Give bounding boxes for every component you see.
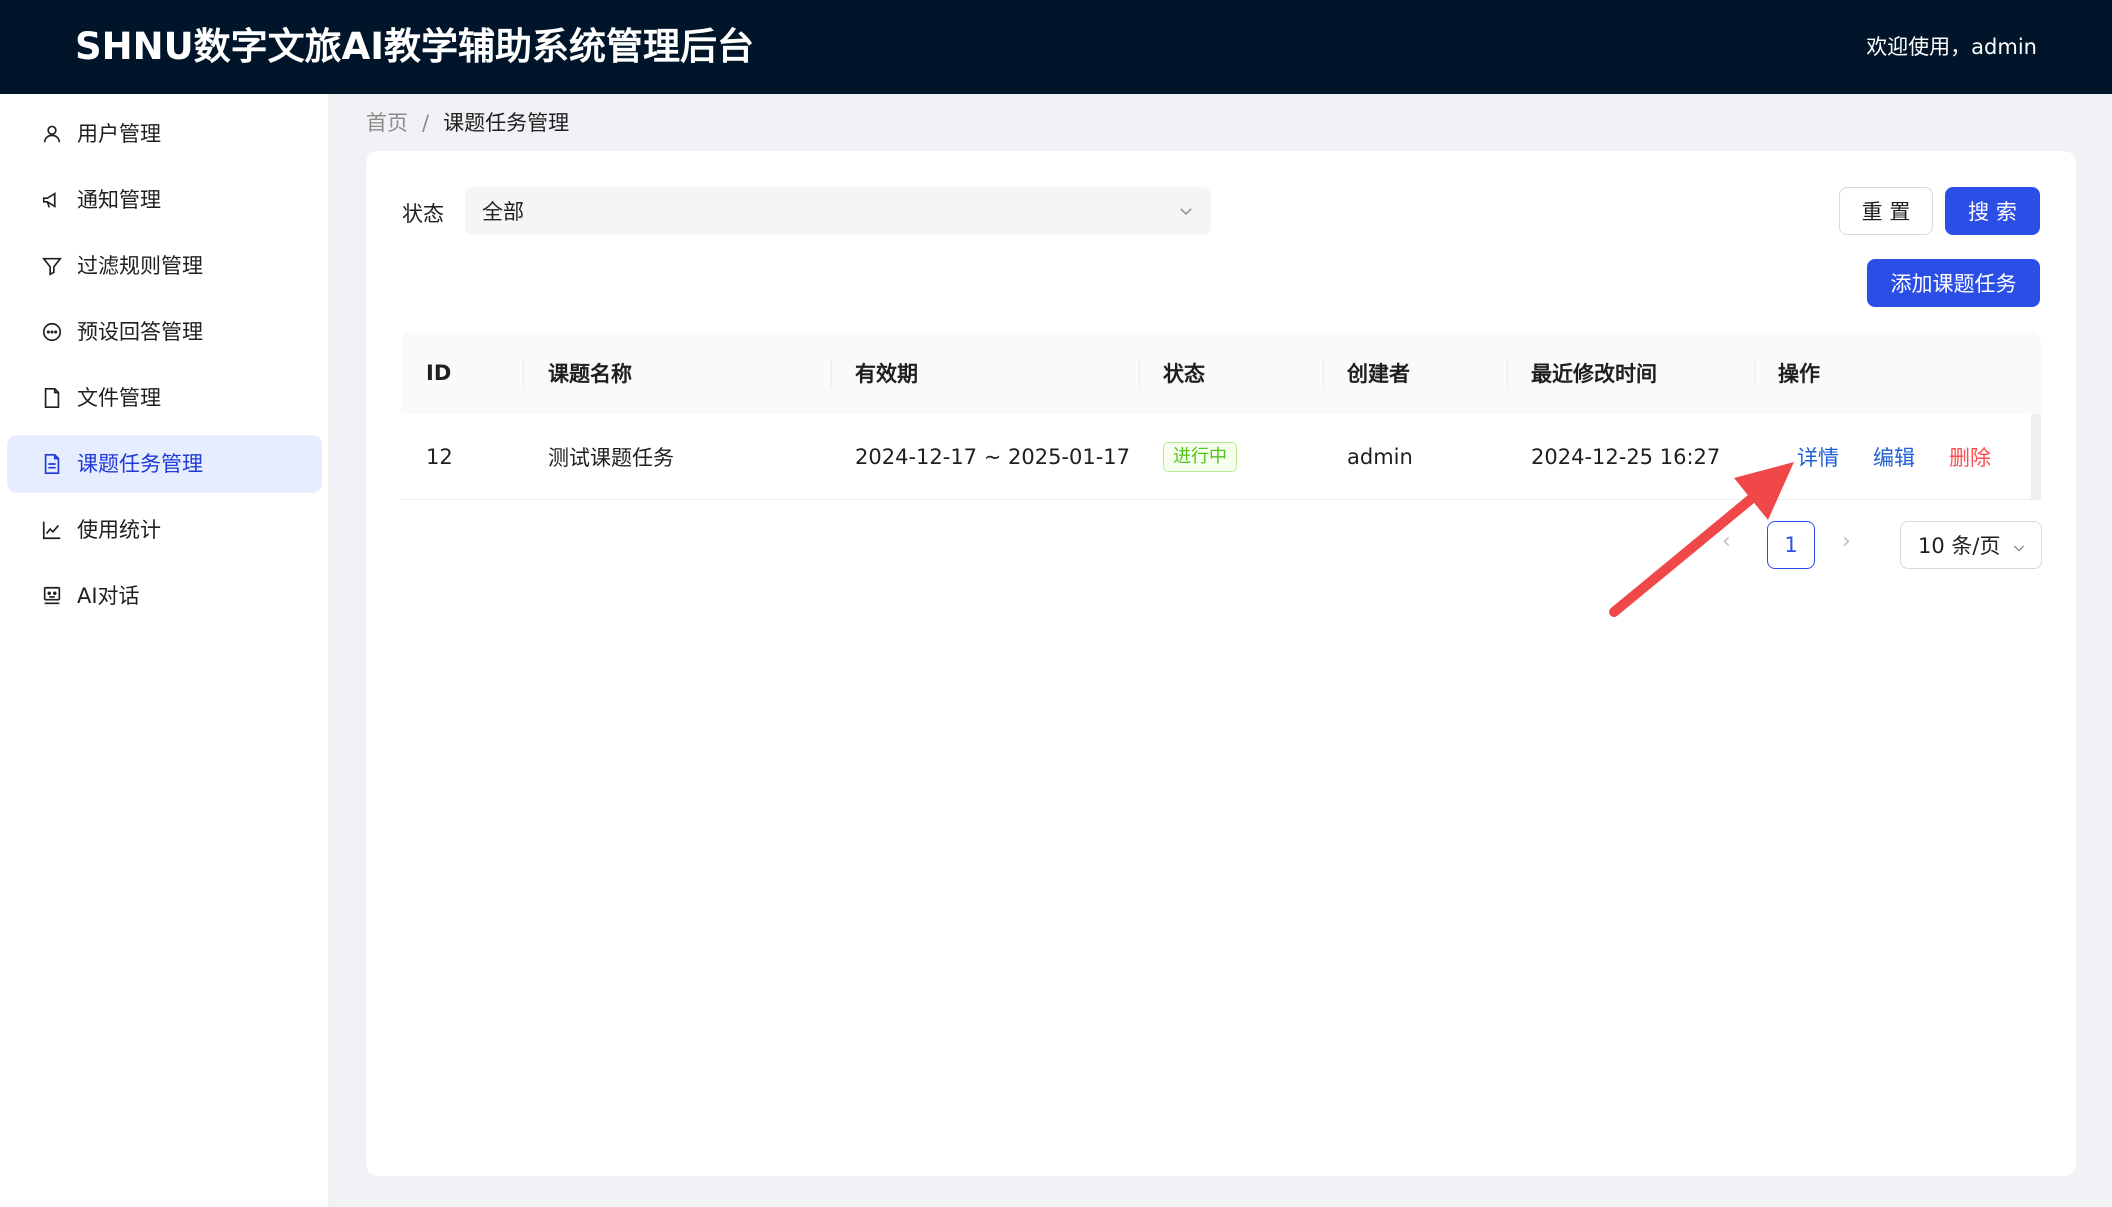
cell-status: 进行中 bbox=[1163, 414, 1237, 500]
column-header-modified: 最近修改时间 bbox=[1531, 362, 1657, 386]
sidebar-item-label: 过滤规则管理 bbox=[77, 254, 203, 278]
add-topic-task-button[interactable]: 添加课题任务 bbox=[1867, 259, 2040, 307]
sidebar-item-label: 课题任务管理 bbox=[77, 452, 203, 476]
cell-name: 测试课题任务 bbox=[548, 446, 674, 470]
column-divider bbox=[831, 359, 832, 387]
sidebar-item-label: 通知管理 bbox=[77, 188, 161, 212]
status-badge: 进行中 bbox=[1163, 442, 1237, 472]
top-header: SHNU数字文旅AI教学辅助系统管理后台 欢迎使用，admin bbox=[0, 0, 2112, 94]
line-chart-icon bbox=[41, 519, 63, 541]
chevron-down-icon bbox=[1177, 201, 1195, 219]
breadcrumb-separator: / bbox=[422, 111, 430, 135]
content-card: 状态 全部 重 置 搜 索 添加课题任务 ID 课题名称 有效期 状态 创建者 … bbox=[366, 151, 2076, 1176]
delete-link[interactable]: 删除 bbox=[1949, 442, 1991, 472]
file-text-icon bbox=[41, 453, 63, 475]
column-divider bbox=[1323, 359, 1324, 387]
cell-actions: 详情 编辑 删除 bbox=[1797, 414, 1991, 500]
sidebar-item-label: 使用统计 bbox=[77, 518, 161, 542]
cell-period: 2024-12-17 ~ 2025-01-17 bbox=[855, 445, 1131, 469]
column-header-id: ID bbox=[426, 361, 452, 385]
topic-task-table: ID 课题名称 有效期 状态 创建者 最近修改时间 操作 12 测试课题任务 2… bbox=[401, 332, 2041, 500]
sidebar-item-topic-tasks[interactable]: 课题任务管理 bbox=[7, 435, 322, 493]
sidebar-item-label: AI对话 bbox=[77, 584, 140, 608]
table-scrollbar[interactable] bbox=[2031, 414, 2041, 500]
sidebar-item-usage-stats[interactable]: 使用统计 bbox=[7, 501, 322, 559]
app-title: SHNU数字文旅AI教学辅助系统管理后台 bbox=[75, 25, 755, 68]
chat-bubble-icon bbox=[41, 321, 63, 343]
column-header-actions: 操作 bbox=[1778, 362, 1820, 386]
column-header-creator: 创建者 bbox=[1347, 362, 1410, 386]
prev-page-icon[interactable]: ‹ bbox=[1722, 529, 1731, 554]
cell-modified: 2024-12-25 16:27 bbox=[1531, 445, 1721, 469]
chevron-down-icon bbox=[2011, 537, 2027, 553]
column-header-period: 有效期 bbox=[855, 362, 918, 386]
megaphone-icon bbox=[41, 189, 63, 211]
detail-link[interactable]: 详情 bbox=[1797, 442, 1839, 472]
cell-id: 12 bbox=[426, 445, 453, 469]
file-icon bbox=[41, 387, 63, 409]
breadcrumb-current: 课题任务管理 bbox=[443, 111, 570, 135]
breadcrumb-home[interactable]: 首页 bbox=[366, 110, 408, 136]
table-header: ID 课题名称 有效期 状态 创建者 最近修改时间 操作 bbox=[401, 332, 2041, 414]
column-divider bbox=[1754, 359, 1755, 387]
sidebar-item-label: 用户管理 bbox=[77, 122, 161, 146]
sidebar-item-users[interactable]: 用户管理 bbox=[7, 105, 322, 163]
sidebar: 用户管理 通知管理 过滤规则管理 预设回答管理 文件管理 课题任务管理 使用统计… bbox=[0, 94, 329, 1207]
sidebar-item-filter-rules[interactable]: 过滤规则管理 bbox=[7, 237, 322, 295]
status-select[interactable]: 全部 bbox=[465, 187, 1211, 235]
edit-link[interactable]: 编辑 bbox=[1873, 442, 1915, 472]
sidebar-item-ai-chat[interactable]: AI对话 bbox=[7, 567, 322, 625]
page-number-current[interactable]: 1 bbox=[1767, 521, 1815, 569]
column-header-status: 状态 bbox=[1163, 362, 1205, 386]
sidebar-item-label: 预设回答管理 bbox=[77, 320, 203, 344]
column-divider bbox=[523, 359, 524, 387]
column-divider bbox=[1139, 359, 1140, 387]
status-filter-label: 状态 bbox=[402, 202, 444, 226]
robot-icon bbox=[41, 585, 63, 607]
table-row: 12 测试课题任务 2024-12-17 ~ 2025-01-17 进行中 ad… bbox=[401, 414, 2041, 500]
welcome-text: 欢迎使用，admin bbox=[1866, 35, 2037, 59]
user-icon bbox=[41, 123, 63, 145]
cell-creator: admin bbox=[1347, 445, 1413, 469]
status-select-value: 全部 bbox=[482, 200, 524, 224]
search-button[interactable]: 搜 索 bbox=[1945, 187, 2040, 235]
page-size-value: 10 条/页 bbox=[1918, 534, 2001, 558]
filter-icon bbox=[41, 255, 63, 277]
breadcrumb: 首页 / 课题任务管理 bbox=[366, 110, 569, 136]
sidebar-item-preset-answers[interactable]: 预设回答管理 bbox=[7, 303, 322, 361]
page-size-select[interactable]: 10 条/页 bbox=[1900, 521, 2042, 569]
sidebar-item-files[interactable]: 文件管理 bbox=[7, 369, 322, 427]
sidebar-item-label: 文件管理 bbox=[77, 386, 161, 410]
column-header-name: 课题名称 bbox=[548, 362, 632, 386]
sidebar-item-notifications[interactable]: 通知管理 bbox=[7, 171, 322, 229]
reset-button[interactable]: 重 置 bbox=[1839, 187, 1933, 235]
next-page-icon[interactable]: › bbox=[1842, 529, 1851, 554]
column-divider bbox=[1507, 359, 1508, 387]
